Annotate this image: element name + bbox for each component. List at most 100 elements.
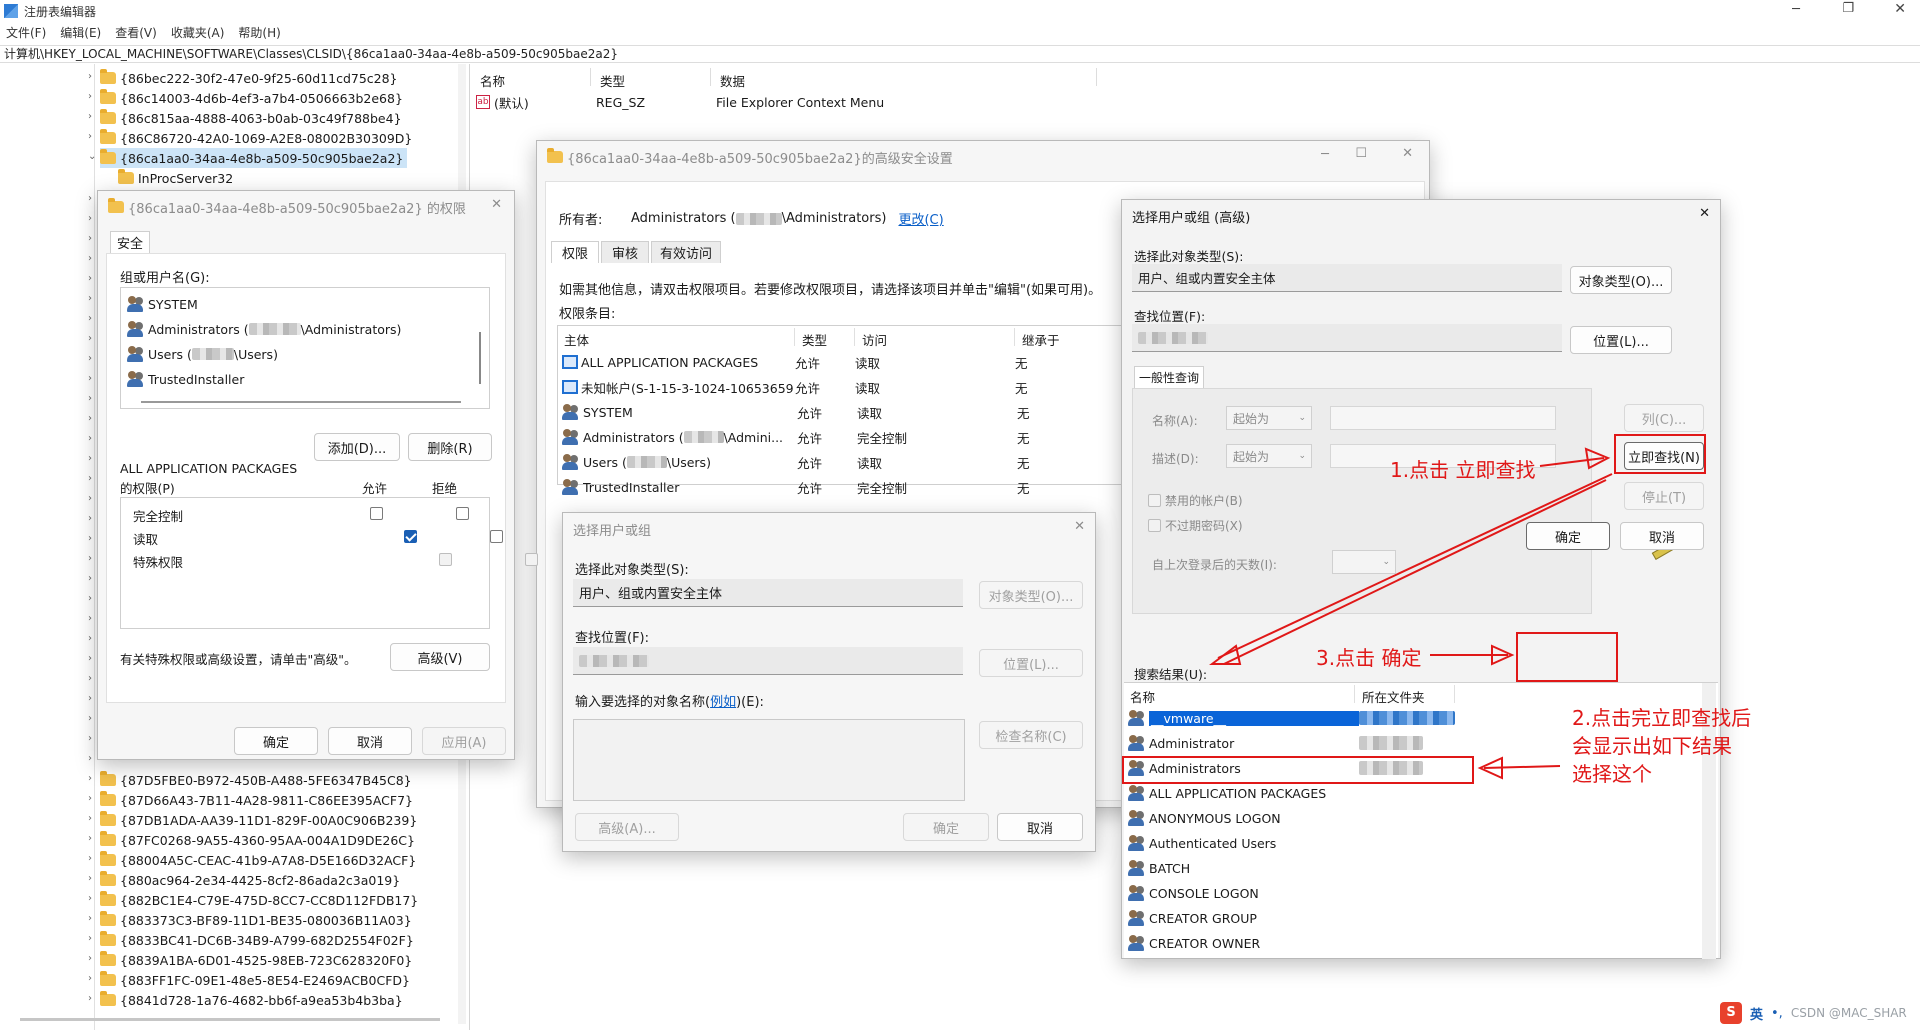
tree-expand-icon[interactable]: › bbox=[88, 773, 92, 784]
values-header-data[interactable]: 数据 bbox=[720, 71, 745, 90]
result-row[interactable]: CONSOLE LOGON bbox=[1128, 882, 1698, 904]
group-item[interactable]: TrustedInstaller bbox=[127, 369, 244, 389]
perm-ok-button[interactable]: 确定 bbox=[234, 727, 318, 755]
deny-full-checkbox[interactable] bbox=[456, 507, 470, 520]
tree-expand-icon[interactable]: › bbox=[88, 993, 92, 1004]
perm-advanced-button[interactable]: 高级(V) bbox=[390, 643, 490, 671]
tree-expand-icon[interactable]: › bbox=[88, 913, 92, 924]
tree-expand-icon[interactable]: › bbox=[88, 413, 92, 424]
sel-adv-close-button[interactable]: ✕ bbox=[1699, 206, 1710, 221]
tree-item[interactable]: {8839A1BA-6D01-4525-98EB-723C628320F0} bbox=[100, 950, 412, 970]
result-row[interactable]: BATCH bbox=[1128, 857, 1698, 879]
adv-close-button[interactable]: ✕ bbox=[1402, 146, 1413, 161]
ime-language[interactable]: 英 bbox=[1750, 1004, 1763, 1023]
permission-entry-row[interactable]: 未知帐户(S-1-15-3-1024-10653659... 允许 读取无 bbox=[562, 377, 1082, 397]
tree-expand-icon[interactable]: › bbox=[88, 713, 92, 724]
adv-maximize-button[interactable]: ☐ bbox=[1355, 146, 1367, 161]
tree-item[interactable]: {86c14003-4d6b-4ef3-a7b4-0506663b2e68} bbox=[100, 88, 407, 108]
tree-expand-icon[interactable]: › bbox=[88, 71, 92, 82]
menu-file[interactable]: 文件(F) bbox=[6, 24, 46, 42]
perm-tab-security[interactable]: 安全 bbox=[110, 231, 150, 253]
adv-tab-permissions[interactable]: 权限 bbox=[551, 241, 599, 263]
tree-expand-icon[interactable]: › bbox=[88, 973, 92, 984]
tree-item[interactable]: {8841d728-1a76-4682-bb6f-a9ea53b4b3ba} bbox=[100, 990, 403, 1010]
tree-expand-icon[interactable]: › bbox=[88, 653, 92, 664]
menu-help[interactable]: 帮助(H) bbox=[238, 24, 280, 42]
permission-entry-row[interactable]: SYSTEM 允许 读取无 bbox=[562, 402, 1082, 422]
tree-item[interactable]: {87D5FBE0-B972-450B-A488-5FE6347B45C8} bbox=[100, 770, 412, 790]
group-item[interactable]: Administrators (\Administrators) bbox=[127, 319, 401, 339]
permission-entry-row[interactable]: ALL APPLICATION PACKAGES 允许 读取无 bbox=[562, 352, 1082, 372]
tree-expand-icon[interactable]: › bbox=[88, 513, 92, 524]
tree-item[interactable]: {883373C3-BF89-11D1-BE35-080036B11A03} bbox=[100, 910, 412, 930]
values-header-name[interactable]: 名称 bbox=[480, 71, 505, 90]
minimize-button[interactable]: ─ bbox=[1792, 2, 1800, 17]
result-row[interactable]: Authenticated Users bbox=[1128, 832, 1698, 854]
examples-link[interactable]: 例如 bbox=[710, 695, 736, 710]
tree-expand-icon[interactable]: › bbox=[88, 553, 92, 564]
deny-read-checkbox[interactable] bbox=[490, 530, 504, 543]
tree-expand-icon[interactable]: › bbox=[88, 893, 92, 904]
add-button[interactable]: 添加(D)... bbox=[314, 433, 400, 461]
tree-expand-icon[interactable]: › bbox=[88, 733, 92, 744]
sel-adv-type-button[interactable]: 对象类型(O)... bbox=[1570, 266, 1672, 294]
tree-expand-icon[interactable]: › bbox=[88, 213, 92, 224]
tree-hscroll[interactable] bbox=[20, 1018, 440, 1021]
tree-expand-icon[interactable]: › bbox=[88, 433, 92, 444]
remove-button[interactable]: 删除(R) bbox=[408, 433, 492, 461]
tree-item-child[interactable]: InProcServer32 bbox=[118, 168, 233, 188]
result-row[interactable]: CREATOR GROUP bbox=[1128, 907, 1698, 929]
tree-expand-icon[interactable]: › bbox=[88, 233, 92, 244]
sel-adv-loc-button[interactable]: 位置(L)... bbox=[1570, 326, 1672, 354]
permission-entry-row[interactable]: Administrators (\Admini... 允许 完全控制无 bbox=[562, 427, 1082, 447]
tree-expand-icon[interactable]: › bbox=[88, 273, 92, 284]
tree-expand-icon[interactable]: › bbox=[88, 933, 92, 944]
tree-expand-icon[interactable]: › bbox=[88, 573, 92, 584]
adv-minimize-button[interactable]: ─ bbox=[1321, 147, 1329, 162]
tree-item[interactable]: {87D66A43-7B11-4A28-9811-C86EE395ACF7} bbox=[100, 790, 413, 810]
group-list[interactable]: SYSTEM Administrators (\Administrators) … bbox=[120, 287, 490, 409]
tree-expand-icon[interactable]: › bbox=[88, 533, 92, 544]
tree-expand-icon[interactable]: › bbox=[88, 633, 92, 644]
tree-item[interactable]: {882BC1E4-C79E-475D-8CC7-CC8D112FDB17} bbox=[100, 890, 418, 910]
permission-entry-row[interactable]: Users (\Users) 允许 读取无 bbox=[562, 452, 1082, 472]
group-item[interactable]: Users (\Users) bbox=[127, 344, 278, 364]
tree-item[interactable]: {8833BC41-DC6B-34B9-A799-682D2554F02F} bbox=[100, 930, 414, 950]
tree-item[interactable]: {883FF1FC-09E1-48e5-8E54-E2469ACB0CFD} bbox=[100, 970, 410, 990]
entries-header-principal[interactable]: 主体 bbox=[564, 330, 589, 349]
tree-expand-icon[interactable]: › bbox=[88, 293, 92, 304]
permission-entry-row[interactable]: TrustedInstaller 允许 完全控制无 bbox=[562, 477, 1082, 497]
tree-item[interactable]: {86bec222-30f2-47e0-9f25-60d11cd75c28} bbox=[100, 68, 402, 88]
value-row-default[interactable]: ab (默认) REG_SZ File Explorer Context Men… bbox=[476, 92, 1176, 112]
tree-item[interactable]: {86c815aa-4888-4063-b0ab-03c49f788be4} bbox=[100, 108, 406, 128]
tree-expand-icon[interactable]: › bbox=[88, 673, 92, 684]
tree-expand-icon[interactable]: › bbox=[88, 853, 92, 864]
change-owner-link[interactable]: 更改(C) bbox=[898, 209, 943, 228]
tree-item[interactable]: {86ca1aa0-34aa-4e8b-a509-50c905bae2a2} bbox=[100, 148, 408, 168]
sel-adv-cancel-button[interactable]: 取消 bbox=[1620, 522, 1704, 550]
entries-header-inherited[interactable]: 继承于 bbox=[1022, 330, 1060, 349]
address-bar[interactable]: 计算机\HKEY_LOCAL_MACHINE\SOFTWARE\Classes\… bbox=[0, 45, 1920, 63]
values-header-type[interactable]: 类型 bbox=[600, 71, 625, 90]
tree-item[interactable]: {87DB1ADA-AA39-11D1-829F-00A0C906B239} bbox=[100, 810, 417, 830]
tree-item[interactable]: {87FC0268-9A55-4360-95AA-004A1D9DE26C} bbox=[100, 830, 415, 850]
menu-view[interactable]: 查看(V) bbox=[115, 24, 157, 42]
tree-expand-icon[interactable]: › bbox=[88, 753, 92, 764]
allow-full-checkbox[interactable] bbox=[370, 507, 383, 520]
tree-expand-icon[interactable]: › bbox=[88, 613, 92, 624]
query-tab[interactable]: 一般性查询 bbox=[1134, 366, 1204, 388]
sel-adv-ok-button[interactable]: 确定 bbox=[1526, 522, 1610, 550]
tree-expand-icon[interactable]: › bbox=[88, 693, 92, 704]
menu-favorites[interactable]: 收藏夹(A) bbox=[171, 24, 225, 42]
tree-item[interactable]: {86C86720-42A0-1069-A2E8-08002B30309D} bbox=[100, 128, 416, 148]
tree-expand-icon[interactable]: › bbox=[88, 873, 92, 884]
adv-tab-audit[interactable]: 审核 bbox=[601, 241, 649, 263]
tree-expand-icon[interactable]: › bbox=[88, 353, 92, 364]
perm-close-button[interactable]: ✕ bbox=[491, 197, 502, 212]
entries-header-type[interactable]: 类型 bbox=[802, 330, 827, 349]
tree-expand-icon[interactable]: › bbox=[88, 253, 92, 264]
group-item[interactable]: SYSTEM bbox=[127, 294, 198, 314]
tree-item[interactable]: {88004A5C-CEAC-41b9-A7A8-D5E166D32ACF} bbox=[100, 850, 416, 870]
tree-expand-icon[interactable]: › bbox=[88, 393, 92, 404]
tree-expand-icon[interactable]: › bbox=[88, 833, 92, 844]
